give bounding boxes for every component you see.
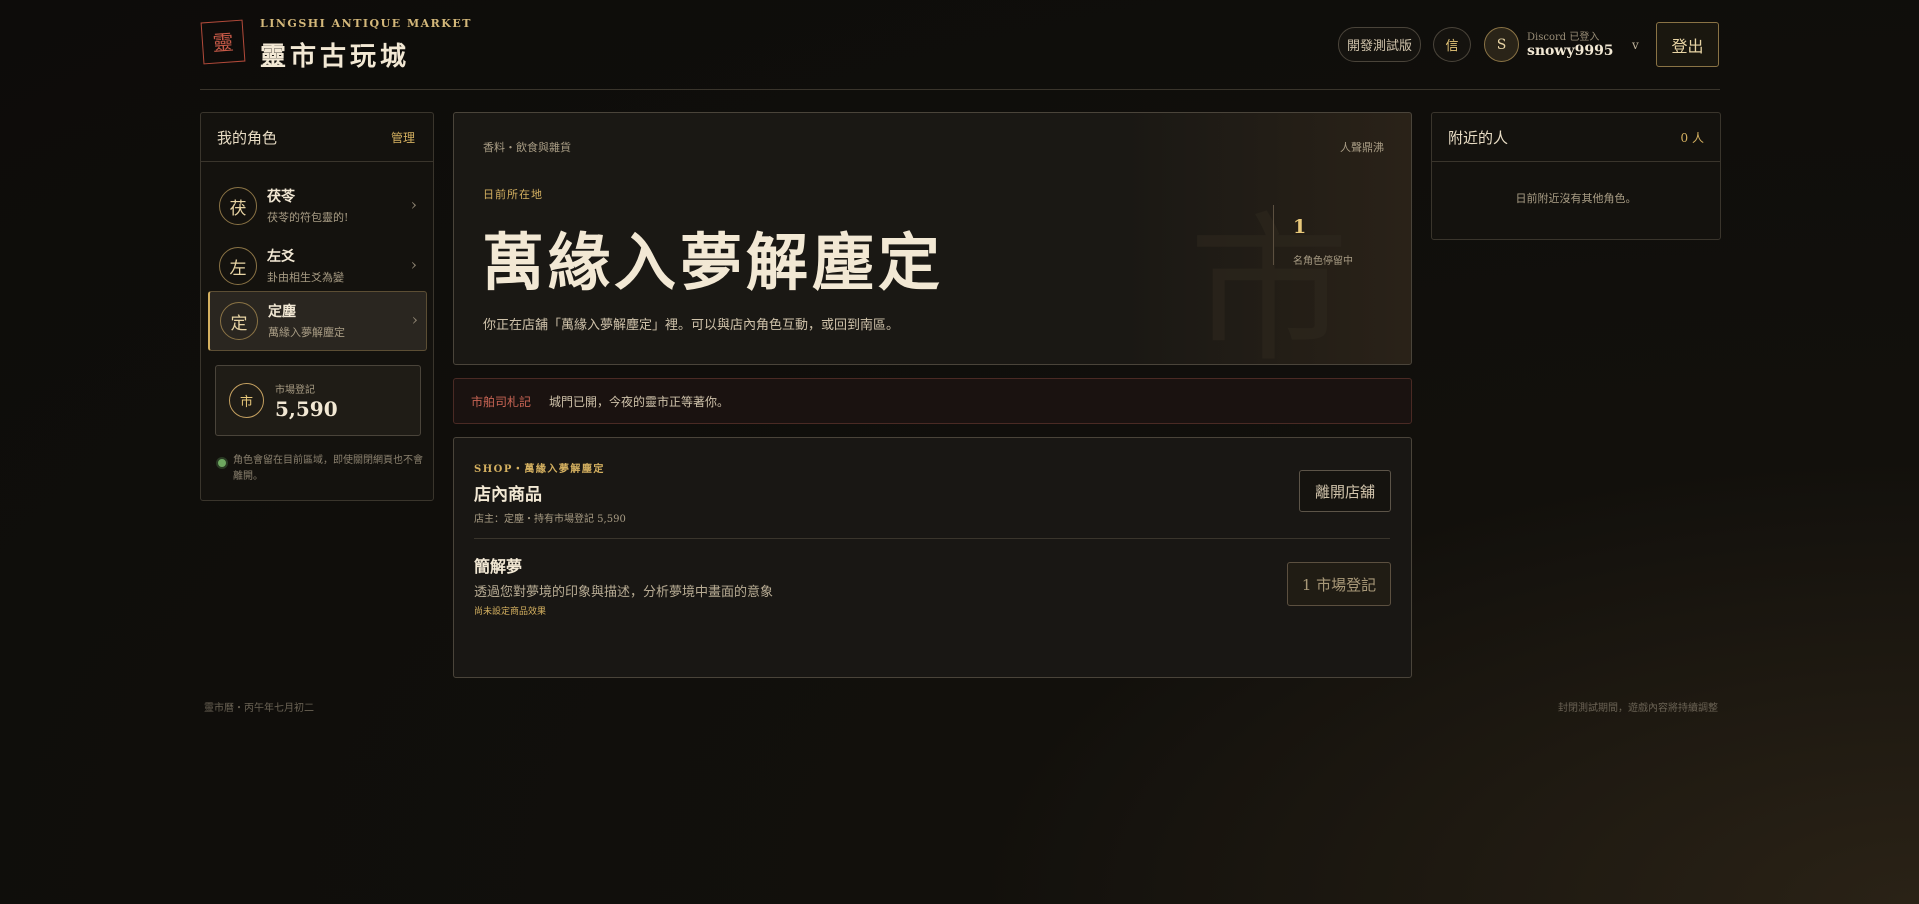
chevron-down-icon[interactable]: v xyxy=(1632,38,1639,52)
market-watermark: 市 xyxy=(1189,197,1350,365)
footer-date: 靈市曆・丙午年七月初二 xyxy=(204,703,314,714)
panel-header: 附近的人 0 人 xyxy=(1432,113,1720,162)
avatar[interactable]: S xyxy=(1484,27,1519,62)
character-avatar: 左 xyxy=(219,247,257,285)
market-icon: 市 xyxy=(229,383,264,418)
item-name: 簡解夢 xyxy=(474,557,523,576)
character-subtitle: 茯苓的符包靈的! xyxy=(267,211,349,224)
currency-box: 市 市場登記 5,590 xyxy=(215,365,421,436)
divider xyxy=(474,538,1390,539)
location-name: 萬緣入夢解塵定 xyxy=(482,226,945,299)
footer-note: 封閉測試期間，遊戲內容將持續調整 xyxy=(1558,703,1718,714)
shop-title: 店內商品 xyxy=(474,485,542,505)
character-name: 左爻 xyxy=(267,249,295,265)
character-name: 茯苓 xyxy=(267,189,295,205)
shop-panel: SHOP・萬緣入夢解塵定 店內商品 店主：定塵・持有市場登記 5,590 離開店… xyxy=(453,437,1412,678)
notice-tag: 市舶司札記 xyxy=(471,395,532,409)
character-name: 定塵 xyxy=(268,304,296,320)
panel-title: 附近的人 xyxy=(1448,129,1509,147)
panel-header: 我的角色 管理 xyxy=(201,113,433,162)
logout-button[interactable]: 登出 xyxy=(1656,22,1719,67)
shop-tag: SHOP・萬緣入夢解塵定 xyxy=(474,464,605,475)
currency-label: 市場登記 xyxy=(275,385,315,396)
location-description: 你正在店舖「萬緣入夢解塵定」裡。可以與店內角色互動，或回到南區。 xyxy=(483,318,900,333)
character-subtitle: 萬緣入夢解塵定 xyxy=(268,326,345,339)
my-characters-panel: 我的角色 管理 茯 茯苓 茯苓的符包靈的! › 左 左爻 卦由相生爻為變 › 定… xyxy=(200,112,434,501)
character-item-active[interactable]: 定 定塵 萬緣入夢解塵定 › xyxy=(208,291,427,351)
location-card: 市 香料・飲食與雜貨 人聲鼎沸 日前所在地 萬緣入夢解塵定 你正在店舖「萬緣入夢… xyxy=(453,112,1412,365)
panel-title: 我的角色 xyxy=(217,129,278,147)
chevron-right-icon: › xyxy=(410,255,417,274)
location-category: 香料・飲食與雜貨 xyxy=(483,141,571,154)
location-label: 日前所在地 xyxy=(483,188,543,201)
nearby-panel: 附近的人 0 人 日前附近沒有其他角色。 xyxy=(1431,112,1721,240)
brand-seal-logo: 靈 xyxy=(200,19,246,65)
notice-text: 城門已開，今夜的靈市正等著你。 xyxy=(549,395,730,409)
leave-shop-button[interactable]: 離開店舖 xyxy=(1299,470,1391,512)
online-dot-icon xyxy=(216,457,228,469)
persistence-note: 角色會留在目前區域，即使關閉網頁也不會離開。 xyxy=(233,455,423,482)
location-popularity: 人聲鼎沸 xyxy=(1340,141,1384,154)
brand-title[interactable]: 靈市古玩城 xyxy=(260,36,410,73)
brand-english-name: LINGSHI ANTIQUE MARKET xyxy=(260,17,472,30)
item-note: 尚未設定商品效果 xyxy=(474,607,547,617)
buy-item-button[interactable]: 1 市場登記 xyxy=(1287,562,1391,606)
manage-link[interactable]: 管理 xyxy=(391,129,415,146)
character-item[interactable]: 左 左爻 卦由相生爻為變 › xyxy=(209,237,425,295)
beta-badge[interactable]: 開發測試版 xyxy=(1338,27,1421,62)
header: 靈 LINGSHI ANTIQUE MARKET 靈市古玩城 開發測試版 信 S… xyxy=(200,0,1720,90)
mail-icon[interactable]: 信 xyxy=(1433,27,1471,62)
occupant-count: 1 xyxy=(1293,216,1307,238)
occupant-count-label: 名角色停留中 xyxy=(1293,256,1353,267)
character-avatar: 茯 xyxy=(219,187,257,225)
nearby-count: 0 人 xyxy=(1680,131,1704,145)
username[interactable]: snowy9995 xyxy=(1527,43,1614,59)
chevron-right-icon: › xyxy=(410,195,417,214)
chevron-right-icon: › xyxy=(411,310,418,329)
character-item[interactable]: 茯 茯苓 茯苓的符包靈的! › xyxy=(209,177,425,235)
nearby-empty-text: 日前附近沒有其他角色。 xyxy=(1515,192,1637,205)
item-description: 透過您對夢境的印象與描述，分析夢境中畫面的意象 xyxy=(474,585,774,600)
currency-value: 5,590 xyxy=(275,397,338,421)
discord-status: Discord 已登入 xyxy=(1527,32,1600,43)
divider xyxy=(1273,205,1274,265)
notice-banner: 市舶司札記 城門已開，今夜的靈市正等著你。 xyxy=(453,378,1412,424)
character-subtitle: 卦由相生爻為變 xyxy=(267,271,344,284)
shop-owner: 店主：定塵・持有市場登記 5,590 xyxy=(474,514,626,525)
character-avatar: 定 xyxy=(220,302,258,340)
